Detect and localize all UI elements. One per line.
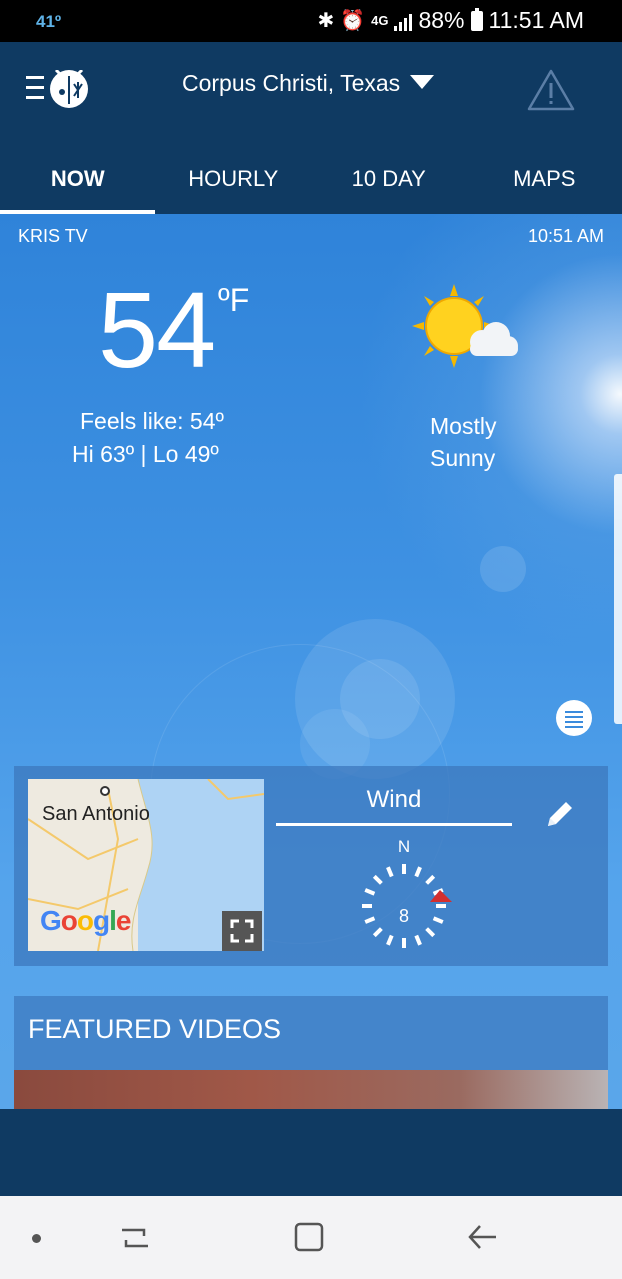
scroll-handle[interactable] bbox=[614, 474, 622, 724]
home-icon[interactable] bbox=[292, 1220, 326, 1254]
edit-icon[interactable] bbox=[542, 796, 578, 832]
expand-map-icon[interactable] bbox=[222, 911, 262, 951]
battery-icon bbox=[470, 7, 483, 31]
observation-time: 10:51 AM bbox=[527, 226, 604, 246]
compass-north-label: N bbox=[398, 837, 410, 856]
compass-dial-icon: N 8 bbox=[362, 837, 452, 948]
featured-videos-header: FEATURED VIDEOS bbox=[14, 996, 608, 1070]
wind-title: Wind bbox=[366, 786, 422, 813]
map-logo: Google bbox=[40, 905, 131, 936]
back-icon[interactable] bbox=[466, 1220, 500, 1254]
wind-compass: N 8 bbox=[344, 836, 464, 956]
nav-indicator-dot bbox=[32, 1234, 41, 1243]
status-time: 11:51 AM bbox=[488, 7, 584, 33]
compass-tick bbox=[432, 916, 444, 924]
chevron-down-icon bbox=[410, 74, 435, 89]
current-conditions-panel: KRIS TV 10:51 AM 54 ºF Feels like: 54º H… bbox=[0, 214, 622, 1109]
weatherbug-logo-icon bbox=[50, 70, 88, 108]
status-bar: 41º ✱ ⏰ 4G 88% 11:51 AM bbox=[0, 0, 622, 42]
compass-tick bbox=[372, 874, 383, 885]
bluetooth-icon: ✱ bbox=[317, 10, 335, 32]
map-city-label: San Antonio bbox=[42, 803, 150, 825]
menu-button[interactable] bbox=[24, 70, 92, 112]
compass-tick bbox=[372, 927, 383, 938]
status-temperature: 41º bbox=[36, 12, 62, 31]
feels-like: Feels like: 54º bbox=[80, 408, 224, 434]
hi-lo: Hi 63º | Lo 49º bbox=[72, 441, 219, 467]
hamburger-icon bbox=[26, 76, 44, 106]
data-source: KRIS TV bbox=[18, 226, 88, 246]
mostly-sunny-icon bbox=[412, 284, 518, 368]
tab-now[interactable]: NOW bbox=[0, 154, 156, 214]
alert-icon[interactable] bbox=[526, 68, 576, 112]
mini-map[interactable]: San Antonio Google bbox=[28, 779, 264, 951]
tab-bar: NOW HOURLY 10 DAY MAPS bbox=[0, 154, 622, 214]
signal-icon bbox=[394, 11, 413, 31]
current-temperature: 54 bbox=[98, 269, 216, 390]
wind-speed: 8 bbox=[399, 906, 409, 926]
condition-line-2: Sunny bbox=[430, 445, 496, 471]
condition-line-1: Mostly bbox=[430, 413, 497, 439]
condition-text: Mostly Sunny bbox=[430, 410, 496, 474]
app-header: Corpus Christi, Texas NOW HOURLY 10 DAY … bbox=[0, 42, 622, 214]
tab-10-day[interactable]: 10 DAY bbox=[311, 154, 467, 214]
wind-underline bbox=[276, 823, 512, 826]
compass-tick bbox=[425, 874, 436, 885]
bottom-banner bbox=[0, 1109, 622, 1196]
system-navigation-bar bbox=[0, 1196, 622, 1279]
compass-tick bbox=[364, 888, 376, 896]
city-marker bbox=[100, 786, 110, 796]
location-selector[interactable]: Corpus Christi, Texas bbox=[182, 70, 435, 97]
tab-hourly[interactable]: HOURLY bbox=[156, 154, 312, 214]
compass-tick bbox=[364, 916, 376, 924]
compass-tick bbox=[425, 927, 436, 938]
battery-percent: 88% bbox=[418, 7, 465, 33]
compass-tick bbox=[414, 866, 422, 878]
compass-tick bbox=[386, 934, 394, 946]
status-icons: ✱ ⏰ 4G 88% 11:51 AM bbox=[317, 7, 584, 34]
network-type: 4G bbox=[371, 13, 389, 28]
recent-apps-icon[interactable] bbox=[118, 1222, 152, 1254]
compass-tick bbox=[386, 866, 394, 878]
video-thumbnail[interactable] bbox=[14, 1070, 608, 1109]
tab-maps[interactable]: MAPS bbox=[467, 154, 622, 214]
layers-button[interactable] bbox=[556, 700, 592, 736]
lens-flare bbox=[480, 546, 526, 592]
location-name: Corpus Christi, Texas bbox=[182, 70, 401, 96]
compass-tick bbox=[414, 934, 422, 946]
map-wind-card: San Antonio Google Wind N 8 bbox=[14, 766, 608, 966]
featured-videos-title: FEATURED VIDEOS bbox=[28, 1014, 282, 1044]
temperature-unit: ºF bbox=[218, 282, 250, 318]
alarm-icon: ⏰ bbox=[340, 10, 366, 32]
